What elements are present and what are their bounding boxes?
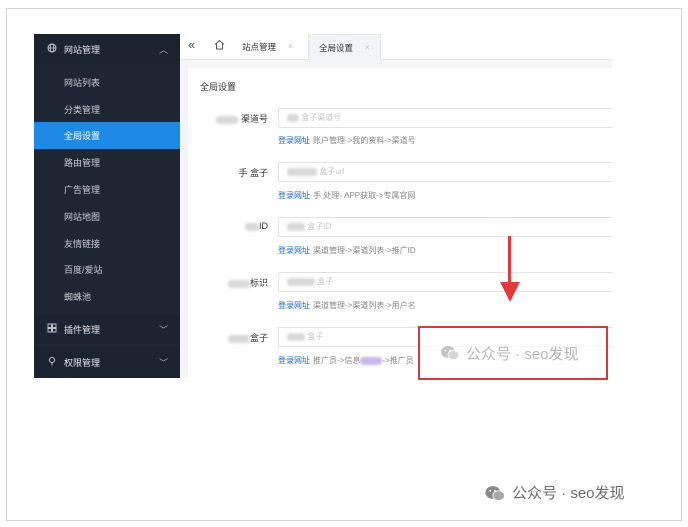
puzzle-icon (46, 323, 58, 336)
sidebar-item-baidu[interactable]: 百度/爱站 (34, 256, 180, 283)
promo-id-input[interactable]: 盒子ID (278, 217, 612, 237)
box-url-input[interactable]: 盒子url (278, 162, 612, 182)
sidebar-group-site[interactable]: 网站管理 ︿ (34, 34, 180, 64)
login-link[interactable]: 登录网址 (278, 191, 310, 200)
field-hint: 登录网址 账户管理->我的资料->渠道号 (278, 136, 416, 145)
wechat-icon (484, 485, 506, 501)
sidebar-item-site-list[interactable]: 网站列表 (34, 69, 180, 96)
watermark-text: 公众号 · seo发现 (466, 345, 579, 363)
field-hint: 登录网址手 处理- APP获取->专属官网 (278, 191, 416, 200)
login-link[interactable]: 登录网址 (278, 136, 310, 145)
identifier-input[interactable]: 盒子 (278, 272, 612, 292)
login-link[interactable]: 登录网址 (278, 246, 310, 255)
sidebar-item-spider-pool[interactable]: 蜘蛛池 (34, 283, 180, 310)
field-label: 手 盒子 (238, 168, 268, 178)
annotation-arrow (508, 236, 511, 286)
sidebar-item-label: 全局设置 (64, 131, 101, 141)
chevron-down-icon: ﹀ (158, 324, 168, 335)
sidebar-item-label: 百度/爱站 (64, 265, 103, 275)
sidebar-item-label: 路由管理 (64, 158, 101, 168)
channel-number-input[interactable]: 盒子渠道号 (278, 108, 612, 128)
sidebar-group-label: 网站管理 (64, 44, 101, 55)
sidebar-item-label: 广告管理 (64, 185, 101, 195)
page-title: 全局设置 (200, 82, 237, 92)
annotation-arrow-head (500, 282, 520, 302)
close-icon[interactable]: × (365, 43, 370, 52)
sidebar-item-label: 蜘蛛池 (64, 292, 92, 302)
field-label: ID (188, 221, 268, 231)
tab-global-settings[interactable]: 全局设置 × (308, 34, 381, 60)
field-hint: 登录网址 渠道管理->渠道列表->用户名 (278, 301, 416, 310)
field-label: 标识 (188, 276, 268, 289)
sidebar-group-plugins[interactable]: 插件管理 ﹀ (34, 314, 180, 344)
sidebar-item-label: 分类管理 (64, 105, 101, 115)
chevron-down-icon: ﹀ (158, 357, 168, 368)
wechat-icon (440, 345, 460, 361)
field-label: 盒子 (188, 331, 268, 344)
sidebar-item-label: 网站地图 (64, 212, 101, 222)
field-hint: 登录网址 渠道管理->渠道列表->推广ID (278, 246, 416, 255)
sidebar-item-global-settings[interactable]: 全局设置 (34, 122, 180, 149)
sidebar-item-ads[interactable]: 广告管理 (34, 176, 180, 203)
sidebar-group-permissions[interactable]: 权限管理 ﹀ (34, 347, 180, 377)
field-hint: 登录网址 推广员->信息 ->推广员 (278, 356, 414, 365)
collapse-sidebar-icon[interactable]: « (188, 37, 195, 52)
tab-label: 站点管理 (242, 41, 277, 52)
chevron-up-icon: ︿ (158, 44, 168, 55)
sidebar-item-label: 友情链接 (64, 239, 101, 249)
footer-watermark: 公众号 · seo发现 (484, 482, 625, 503)
footer-text: 公众号 · seo发现 (512, 485, 625, 502)
sidebar-item-label: 网站列表 (64, 78, 101, 88)
sidebar-item-links[interactable]: 友情链接 (34, 230, 180, 257)
pin-icon (46, 356, 58, 369)
sidebar-group-label: 权限管理 (64, 357, 101, 368)
tab-bar: « 站点管理 × 全局设置 × (180, 34, 612, 60)
tab-site-management[interactable]: 站点管理 × (242, 34, 293, 59)
sidebar-item-routes[interactable]: 路由管理 (34, 149, 180, 176)
login-link[interactable]: 登录网址 (278, 356, 310, 365)
close-icon[interactable]: × (288, 42, 293, 51)
sidebar-group-label: 插件管理 (64, 324, 101, 335)
tab-label: 全局设置 (319, 42, 354, 53)
sidebar: 网站管理 ︿ 网站列表 分类管理 全局设置 路由管理 广告管理 网站地图 友情链… (34, 34, 180, 378)
field-label: 渠道号 (188, 112, 268, 125)
sidebar-item-category[interactable]: 分类管理 (34, 96, 180, 123)
login-link[interactable]: 登录网址 (278, 301, 310, 310)
globe-icon (46, 43, 58, 56)
highlight-box: 公众号 · seo发现 (418, 326, 608, 380)
home-icon[interactable] (214, 39, 225, 50)
sidebar-item-sitemap[interactable]: 网站地图 (34, 203, 180, 230)
